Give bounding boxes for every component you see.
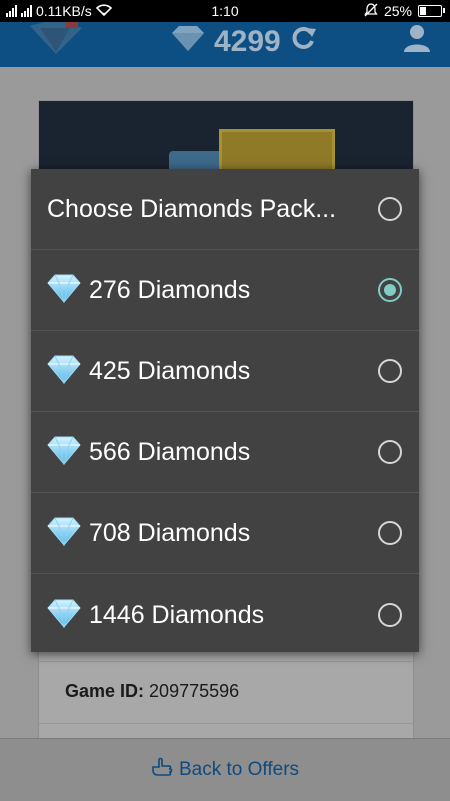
app-logo [26, 22, 86, 56]
divider [39, 723, 413, 724]
pack-option-label: 276 Diamonds [89, 275, 251, 304]
radio-title[interactable] [378, 197, 402, 221]
pack-option-276[interactable]: 276 Diamonds [31, 250, 419, 331]
game-id-label: Game ID: [65, 681, 145, 701]
pack-option-label: 425 Diamonds [89, 356, 251, 385]
diamond-icon [47, 273, 81, 307]
banner-image [39, 101, 413, 177]
diamond-icon [47, 354, 81, 388]
game-id-value: 209775596 [149, 681, 240, 701]
battery-icon [418, 5, 445, 17]
dialog-title: Choose Diamonds Pack... [47, 194, 337, 223]
radio-566[interactable] [378, 440, 402, 464]
diamond-balance: 4299 [170, 22, 317, 62]
refresh-icon[interactable] [289, 24, 317, 60]
game-id: Game ID: 209775596 [65, 681, 239, 702]
pack-option-1446[interactable]: 1446 Diamonds [31, 574, 419, 656]
pack-option-566[interactable]: 566 Diamonds [31, 412, 419, 493]
pack-option-708[interactable]: 708 Diamonds [31, 493, 419, 574]
radio-425[interactable] [378, 359, 402, 383]
radio-276[interactable] [378, 278, 402, 302]
pack-option-425[interactable]: 425 Diamonds [31, 331, 419, 412]
diamond-icon [47, 435, 81, 469]
status-bar: 0.11KB/s 1:10 25% [0, 0, 450, 22]
pack-option-label: 708 Diamonds [89, 518, 251, 547]
radio-1446[interactable] [378, 603, 402, 627]
profile-icon[interactable] [402, 24, 432, 57]
pack-option-label: 566 Diamonds [89, 437, 251, 466]
app-header: 4299 [0, 22, 450, 67]
diamond-icon [170, 24, 206, 60]
dialog-title-row[interactable]: Choose Diamonds Pack... [31, 169, 419, 250]
divider [39, 661, 413, 662]
diamond-icon [47, 516, 81, 550]
diamond-count: 4299 [214, 25, 281, 58]
pack-option-label: 1446 Diamonds [89, 600, 265, 629]
choose-pack-dialog: Choose Diamonds Pack... 276 Diamonds 425… [31, 169, 419, 652]
back-to-offers-label: Back to Offers [178, 759, 300, 780]
clock: 1:10 [211, 3, 239, 19]
radio-708[interactable] [378, 521, 402, 545]
diamond-icon [47, 598, 81, 632]
back-to-offers-button[interactable]: Back to Offers [0, 738, 450, 801]
hand-pointer-icon [151, 757, 173, 783]
